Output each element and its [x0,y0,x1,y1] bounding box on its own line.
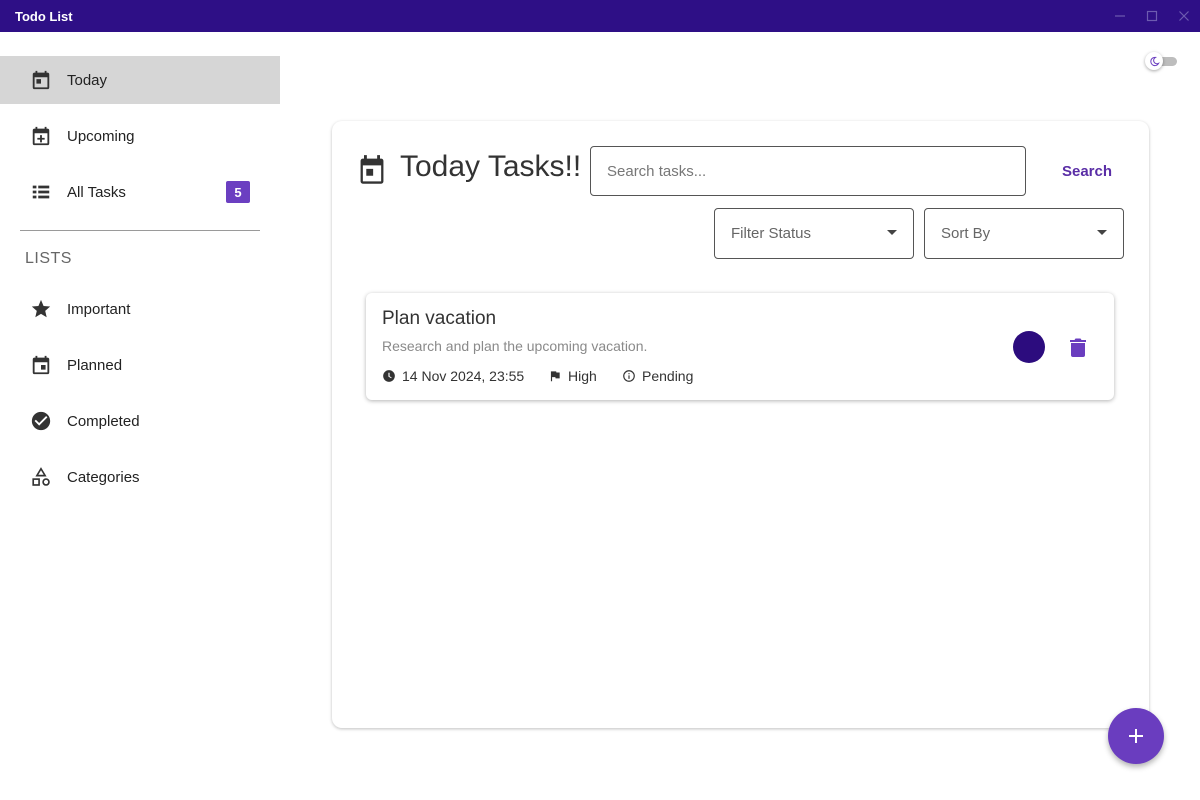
theme-toggle[interactable] [1145,52,1179,70]
complete-toggle-button[interactable] [1013,331,1045,363]
calendar-icon [360,155,384,184]
sidebar-item-label: Categories [67,468,140,486]
sort-by-placeholder: Sort By [941,225,991,242]
task-status: Pending [622,367,693,385]
task-status-text: Pending [642,368,694,384]
calendar-today-icon [30,69,52,91]
task-priority-text: High [568,368,597,384]
sidebar-item-upcoming[interactable]: Upcoming [0,112,280,160]
sidebar-item-all-tasks[interactable]: All Tasks 5 [0,168,280,216]
search-input[interactable] [590,146,1026,196]
sidebar-item-today[interactable]: Today [0,56,280,104]
lists-section-label: LISTS [25,250,72,267]
plus-icon [1129,729,1143,743]
category-shapes-icon [30,466,52,488]
sidebar: Today Upcoming All Tasks 5 LISTS Importa… [0,32,280,800]
sidebar-item-label: Completed [67,412,140,430]
maximize-icon [1146,10,1158,22]
filter-status-placeholder: Filter Status [731,225,812,242]
sidebar-divider [20,230,260,231]
title-bar: Todo List [0,0,1200,32]
add-task-button[interactable] [1108,708,1164,764]
toggle-knob [1145,52,1163,70]
calendar-icon [30,354,52,376]
star-icon [30,298,52,320]
sidebar-item-label: Important [67,300,131,318]
calendar-add-icon [30,125,52,147]
clock-icon [383,370,395,382]
task-due-text: 14 Nov 2024, 23:55 [402,368,525,384]
sidebar-item-label: Today [67,71,108,89]
delete-button[interactable] [1067,336,1089,358]
chevron-down-icon [1097,230,1107,235]
task-due: 14 Nov 2024, 23:55 [382,367,524,385]
sidebar-item-label: Planned [67,356,123,374]
task-priority: High [548,367,597,385]
sidebar-item-completed[interactable]: Completed [0,397,280,445]
sidebar-item-important[interactable]: Important [0,285,280,333]
sidebar-item-planned[interactable]: Planned [0,341,280,389]
close-icon [1179,11,1189,21]
chevron-down-icon [887,230,897,235]
window-title: Todo List [15,8,73,24]
task-description: Research and plan the upcoming vacation. [382,338,648,354]
sidebar-item-categories[interactable]: Categories [0,453,280,501]
task-title: Plan vacation [382,308,497,329]
list-icon [30,181,52,203]
close-button[interactable] [1168,0,1200,32]
search-button[interactable]: Search [1050,156,1124,186]
check-circle-icon [30,410,52,432]
sort-by-select[interactable]: Sort By [924,208,1124,259]
filter-status-select[interactable]: Filter Status [714,208,914,259]
sidebar-item-label: All Tasks [67,183,126,201]
task-card[interactable]: Plan vacation Research and plan the upco… [366,293,1114,400]
minimize-button[interactable] [1104,0,1136,32]
task-count-badge: 5 [226,181,250,203]
moon-icon [1149,56,1160,66]
page-title: Today Tasks!! [400,150,582,183]
sidebar-item-label: Upcoming [67,127,135,145]
info-icon [623,370,635,382]
flag-icon [550,371,560,382]
minimize-icon [1115,15,1125,17]
maximize-button[interactable] [1136,0,1168,32]
trash-icon [1070,338,1086,357]
